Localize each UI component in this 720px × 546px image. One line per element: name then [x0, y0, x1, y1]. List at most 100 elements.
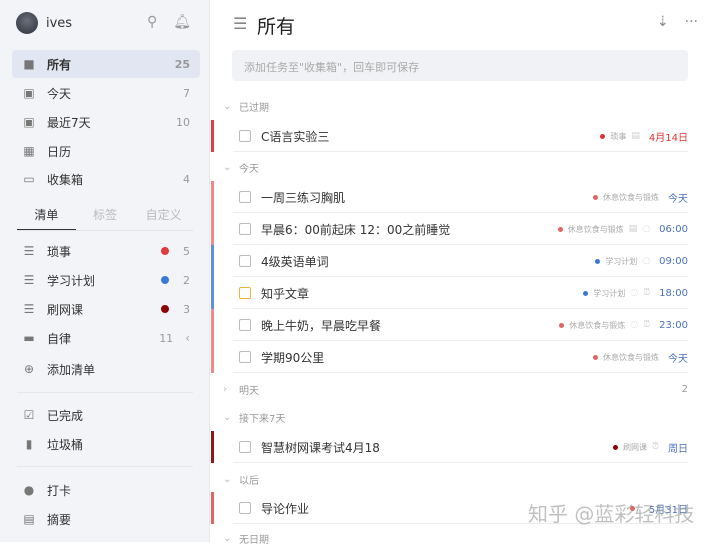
nav-calendar[interactable]: ▦ 日历: [12, 137, 200, 165]
list-color-dot: [595, 258, 601, 264]
folder-selfdiscipline[interactable]: ▬ 自律 11 ‹: [12, 324, 200, 352]
list-courses[interactable]: ☰ 刷网课 3: [12, 295, 200, 323]
task-checkbox[interactable]: [239, 502, 251, 514]
nav-today[interactable]: ▣ 今天 7: [12, 79, 200, 107]
priority-bar: [211, 309, 214, 341]
task-row[interactable]: 早晨6：00前起床 12：00之前睡觉 休息饮食与锻炼 ▤ ◌ 06:00: [211, 213, 688, 245]
username: ives: [46, 15, 73, 31]
chevron-icon[interactable]: ›: [223, 384, 239, 395]
add-list-button[interactable]: ⊕ 添加清单: [12, 355, 200, 383]
nav-checkin[interactable]: ● 打卡: [12, 476, 200, 504]
avatar[interactable]: [16, 12, 38, 34]
list-color-dot: [593, 354, 598, 360]
list-chores[interactable]: ☰ 琐事 5: [12, 237, 200, 265]
bell-icon[interactable]: 🔔︎: [173, 14, 191, 30]
task-date[interactable]: 06:00: [659, 224, 688, 235]
repeat-icon: ◌: [642, 224, 651, 234]
chevron-icon[interactable]: ⌄: [223, 101, 239, 112]
nav-next7[interactable]: ▣ 最近7天 10: [12, 108, 200, 136]
task-title[interactable]: 学期90公里: [261, 349, 324, 366]
divider: [233, 372, 688, 373]
add-list-label: 添加清单: [47, 362, 96, 377]
section-title: 以后: [239, 476, 259, 487]
task-title[interactable]: 晚上牛奶，早晨吃早餐: [261, 317, 381, 334]
inbox-icon: ■: [23, 57, 35, 71]
list-label: 学习计划: [47, 273, 96, 288]
task-title[interactable]: 4级英语单词: [261, 253, 329, 270]
nav-completed[interactable]: ☑ 已完成: [12, 401, 200, 429]
task-title[interactable]: 早晨6：00前起床 12：00之前睡觉: [261, 221, 450, 238]
chevron-left-icon[interactable]: ‹: [185, 331, 190, 345]
nav-label: 所有: [47, 57, 72, 72]
priority-bar: [211, 492, 214, 524]
task-row[interactable]: 4级英语单词 学习计划 ◌ 09:00: [211, 245, 688, 277]
nav-label: 收集箱: [47, 172, 84, 187]
task-checkbox[interactable]: [239, 319, 251, 331]
section-header-today[interactable]: ⌄ 今天: [223, 160, 688, 175]
nav-label: 日历: [47, 144, 72, 159]
task-date[interactable]: 周日: [668, 440, 688, 455]
task-title[interactable]: C语言实验三: [261, 128, 329, 145]
tab-custom[interactable]: 自定义: [134, 206, 193, 230]
task-list-name: 休息饮食与锻炼: [603, 352, 659, 362]
search-icon[interactable]: ⚲: [147, 14, 157, 30]
sort-icon[interactable]: ⇣: [657, 14, 669, 30]
task-checkbox[interactable]: [239, 441, 251, 453]
task-list-name: 休息饮食与锻炼: [567, 224, 624, 234]
nav-count: 10: [176, 115, 190, 129]
chevron-icon[interactable]: ⌄: [223, 412, 239, 423]
chevron-icon[interactable]: ⌄: [223, 474, 239, 485]
nav-label: 垃圾桶: [47, 437, 84, 452]
task-checkbox[interactable]: [239, 223, 251, 235]
nav-inbox[interactable]: ▭ 收集箱 4: [12, 165, 200, 193]
repeat-icon: ◌: [630, 320, 639, 330]
sidebar: ives ⚲ 🔔︎ ■ 所有 25 ▣ 今天 7 ▣ 最近7天 10 ▦ 日历 ▭ 收集箱 4 清单…: [0, 0, 210, 542]
task-row[interactable]: 知乎文章 学习计划 ◌ ⏰︎ 18:00: [211, 277, 688, 309]
tab-tags[interactable]: 标签: [76, 206, 135, 230]
user-profile[interactable]: ives: [16, 12, 72, 34]
section-header-next7[interactable]: ⌄ 接下来7天: [223, 410, 688, 425]
task-title[interactable]: 导论作业: [261, 500, 309, 517]
nav-all[interactable]: ■ 所有 25: [12, 50, 200, 78]
section-header-tomorrow[interactable]: › 明天 2: [223, 382, 688, 397]
task-title[interactable]: 一周三练习胸肌: [261, 189, 345, 206]
section-header-nodate[interactable]: ⌄ 无日期: [223, 531, 688, 546]
task-checkbox[interactable]: [239, 130, 251, 142]
task-checkbox[interactable]: [239, 191, 251, 203]
section-header-later[interactable]: ⌄ 以后: [223, 472, 688, 487]
tab-lists[interactable]: 清单: [17, 206, 76, 230]
divider: [233, 462, 688, 463]
task-checkbox[interactable]: [239, 287, 251, 299]
more-icon[interactable]: ···: [685, 14, 698, 30]
task-row[interactable]: 智慧树网课考试4月18 刷网课 ⏰︎ 周日: [211, 431, 688, 463]
note-icon: ▤: [23, 512, 35, 526]
nav-summary[interactable]: ▤ 摘要: [12, 505, 200, 533]
task-checkbox[interactable]: [239, 351, 251, 363]
task-row[interactable]: 学期90公里 休息饮食与锻炼 今天: [211, 341, 688, 373]
task-title[interactable]: 知乎文章: [261, 285, 309, 302]
task-list-name: 休息饮食与锻炼: [603, 192, 659, 202]
repeat-icon: ◌: [642, 256, 651, 266]
color-dot: [161, 276, 169, 284]
task-row[interactable]: 晚上牛奶，早晨吃早餐 休息饮食与锻炼 ◌ ⏰︎ 23:00: [211, 309, 688, 341]
task-date[interactable]: 4月14日: [649, 129, 688, 144]
add-task-input[interactable]: 添加任务至"收集箱"，回车即可保存: [232, 50, 688, 81]
color-dot: [161, 305, 169, 313]
task-title[interactable]: 智慧树网课考试4月18: [261, 439, 380, 456]
priority-bar: [211, 181, 214, 213]
task-checkbox[interactable]: [239, 255, 251, 267]
menu-icon[interactable]: ☰: [233, 14, 247, 33]
task-row[interactable]: C语言实验三 琐事 ▤ 4月14日: [211, 120, 688, 152]
chevron-icon[interactable]: ⌄: [223, 533, 239, 544]
task-date[interactable]: 23:00: [659, 320, 688, 331]
list-study[interactable]: ☰ 学习计划 2: [12, 266, 200, 294]
section-header-overdue[interactable]: ⌄ 已过期: [223, 99, 688, 114]
task-date[interactable]: 09:00: [659, 256, 688, 267]
list-color-dot: [612, 444, 618, 450]
task-date[interactable]: 今天: [668, 350, 688, 365]
nav-trash[interactable]: ▮ 垃圾桶: [12, 430, 200, 458]
task-date[interactable]: 今天: [668, 190, 688, 205]
task-row[interactable]: 一周三练习胸肌 休息饮食与锻炼 今天: [211, 181, 688, 213]
chevron-icon[interactable]: ⌄: [223, 162, 239, 173]
task-date[interactable]: 18:00: [659, 288, 688, 299]
